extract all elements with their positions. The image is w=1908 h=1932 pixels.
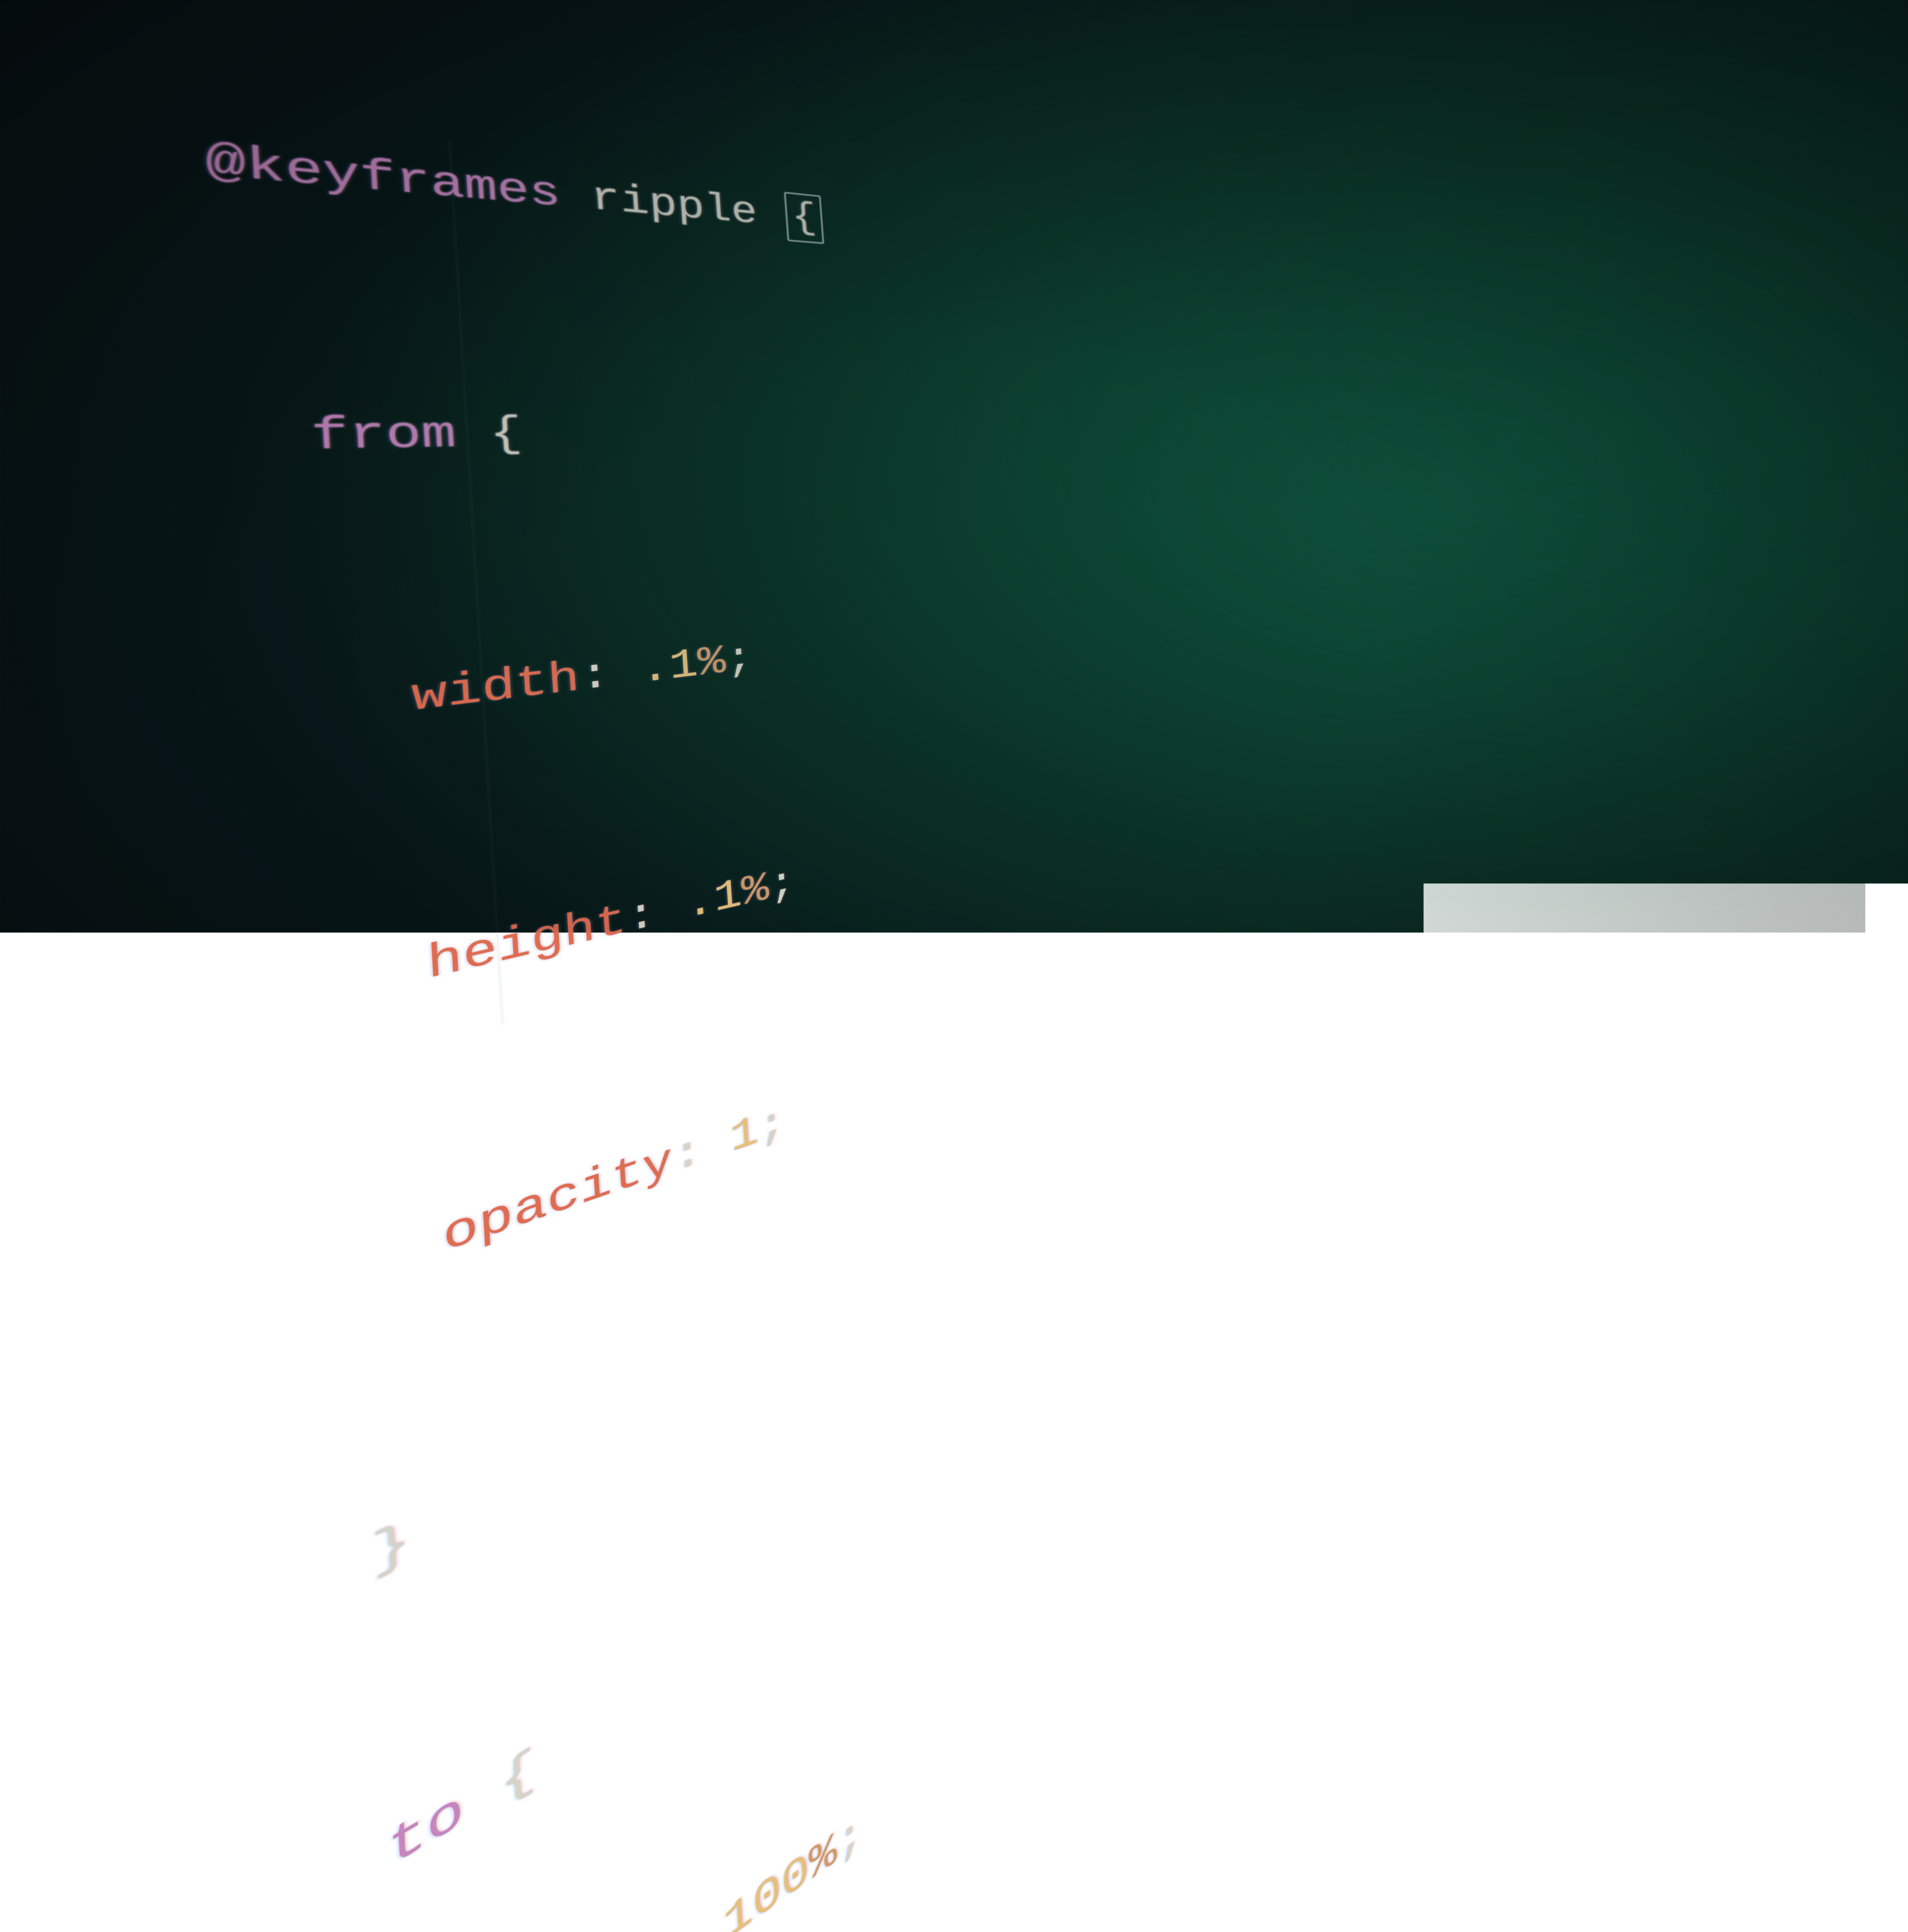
token-open-brace: { <box>499 1740 537 1816</box>
code-line-at-rule: @keyframes ripple { <box>0 0 1146 338</box>
token-semicolon: ; <box>757 1099 787 1154</box>
token-colon: : <box>671 1126 703 1184</box>
token-property: width <box>410 654 581 724</box>
token-open-brace-matched: { <box>784 192 824 244</box>
token-close-brace: } <box>370 1512 412 1586</box>
token-at-rule: @keyframes <box>204 135 562 218</box>
token-number: 1 <box>729 1107 760 1164</box>
token-semicolon: ; <box>835 1806 865 1873</box>
token-unit: % <box>808 1825 838 1893</box>
token-unit: % <box>696 638 727 687</box>
code-content[interactable]: @keyframes ripple { from { width: .1%; h… <box>0 0 1330 1932</box>
token-keyword-to: to <box>386 1781 466 1883</box>
token-open-brace: { <box>488 410 524 459</box>
token-semicolon: ; <box>724 636 754 684</box>
token-keyword-from: from <box>310 410 458 463</box>
code-editor[interactable]: 43 44 45 46 47 48 49 50 51 52 53 54 @key… <box>0 0 1330 1932</box>
token-property: opacity <box>441 1136 674 1265</box>
token-number: .1 <box>684 871 744 930</box>
token-number: .1 <box>639 641 700 695</box>
token-animation-name: ripple <box>589 175 759 235</box>
token-semicolon: ; <box>767 859 797 910</box>
token-unit: % <box>740 865 770 917</box>
token-property: height <box>426 896 628 992</box>
token-colon: : <box>625 889 658 945</box>
editor-perspective: 43 44 45 46 47 48 49 50 51 52 53 54 @key… <box>0 0 1908 1272</box>
token-number: 100 <box>722 1844 811 1932</box>
token-colon: : <box>578 651 612 702</box>
token-colon: : <box>660 1924 695 1932</box>
